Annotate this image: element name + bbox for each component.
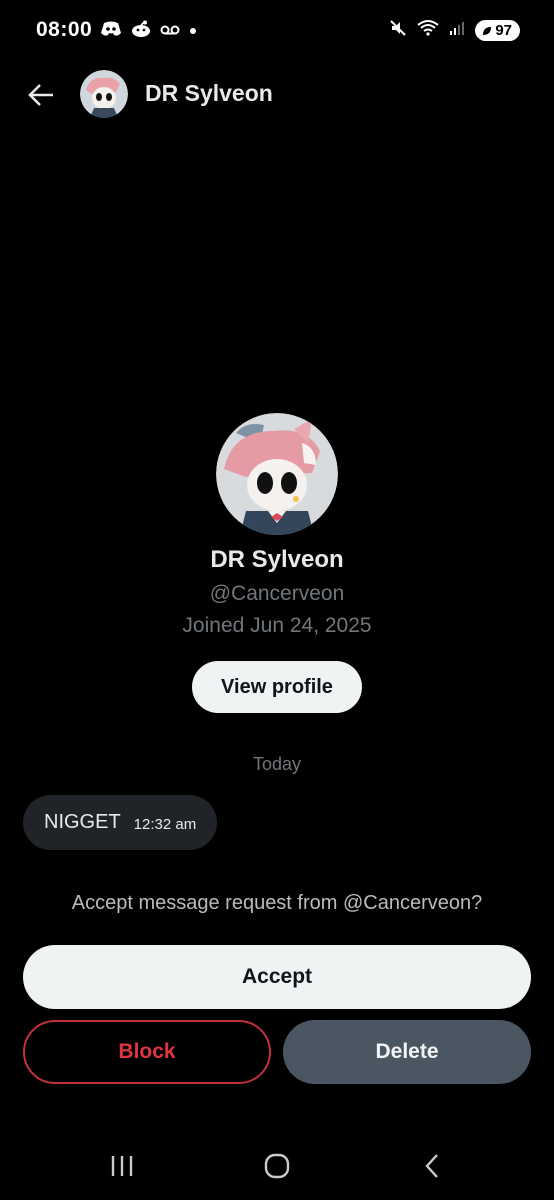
profile-joined-date: Joined Jun 24, 2025: [182, 614, 372, 637]
header-name[interactable]: DR Sylveon: [145, 80, 273, 107]
notification-dot-icon: [188, 23, 198, 41]
block-button[interactable]: Block: [23, 1020, 271, 1084]
message-text: NIGGET: [44, 811, 121, 833]
header-avatar[interactable]: [80, 70, 128, 118]
status-bar: 08:00 97: [0, 0, 554, 60]
accept-button[interactable]: Accept: [23, 945, 531, 1009]
battery-level: 97: [495, 22, 512, 39]
battery-icon: 97: [475, 20, 520, 41]
message-bubble[interactable]: NIGGET 12:32 am: [23, 795, 217, 850]
system-back-button[interactable]: [412, 1148, 452, 1184]
navigation-bar: [0, 1130, 554, 1200]
back-icon: [425, 1154, 438, 1178]
discord-icon: [100, 21, 122, 42]
recent-apps-icon: [111, 1156, 133, 1176]
signal-icon: [449, 20, 465, 41]
mute-icon: [389, 19, 407, 42]
home-button[interactable]: [257, 1148, 297, 1184]
voicemail-icon: [160, 23, 180, 41]
reddit-icon: [130, 20, 152, 43]
status-right-icons: 97: [389, 19, 520, 42]
profile-handle: @Cancerveon: [209, 582, 345, 605]
wifi-icon: [417, 19, 439, 42]
message-timestamp: 12:32 am: [133, 816, 197, 833]
back-button[interactable]: [22, 76, 60, 114]
arrow-left-icon: [28, 84, 53, 106]
status-left-icons: [100, 20, 198, 43]
profile-avatar[interactable]: [216, 413, 338, 535]
recent-apps-button[interactable]: [102, 1148, 142, 1184]
profile-name: DR Sylveon: [210, 546, 344, 573]
conversation-header: DR Sylveon: [0, 64, 554, 124]
date-divider: Today: [252, 754, 302, 774]
status-time: 08:00: [36, 18, 93, 41]
delete-button[interactable]: Delete: [283, 1020, 531, 1084]
home-icon: [264, 1153, 290, 1179]
view-profile-button[interactable]: View profile: [192, 661, 362, 713]
accept-request-prompt: Accept message request from @Cancerveon?: [71, 892, 483, 914]
